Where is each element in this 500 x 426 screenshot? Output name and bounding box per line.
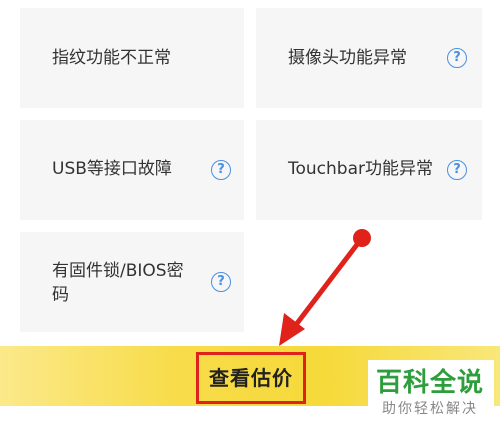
- watermark-logo: 百科全说 助你轻松解决: [368, 360, 494, 422]
- watermark-subtitle: 助你轻松解决: [382, 401, 478, 417]
- watermark-title: 百科全说: [376, 368, 485, 398]
